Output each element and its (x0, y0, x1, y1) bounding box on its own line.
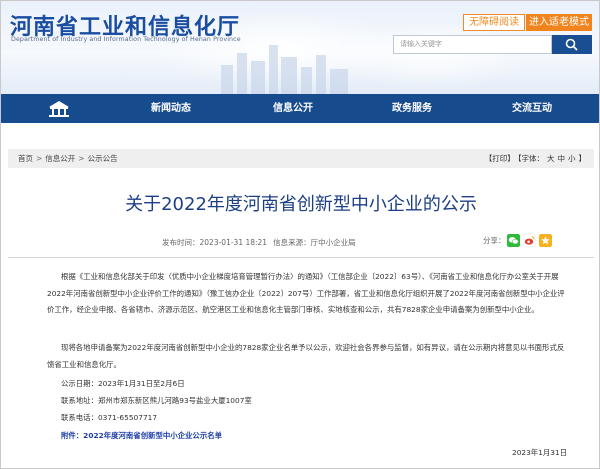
font-small-button[interactable]: 小 (568, 154, 576, 163)
breadcrumb-home[interactable]: 首页 (18, 154, 33, 163)
site-subtitle: Department of Industry and Information T… (11, 36, 241, 43)
main-nav: 新闻动态 信息公开 政务服务 交流互动 (1, 94, 599, 123)
nav-item-news[interactable]: 新闻动态 (151, 94, 191, 123)
font-size-close: 】 (578, 154, 587, 163)
home-icon[interactable] (48, 100, 70, 118)
breadcrumb-separator: > (36, 154, 43, 163)
star-icon[interactable] (539, 234, 552, 247)
article-meta: 发布时间：2023-01-31 18:21 信息来源：厅中小企业局 (162, 237, 362, 248)
info-source: 信息来源：厅中小企业局 (273, 238, 356, 247)
breadcrumb: 首页 > 信息公开 > 公示公告 (18, 149, 118, 168)
breadcrumb-announcement[interactable]: 公示公告 (88, 154, 118, 163)
publish-time: 发布时间：2023-01-31 18:21 (162, 238, 268, 247)
attachment-link[interactable]: 附件：2022年度河南省创新型中小企业公示名单 (61, 430, 222, 441)
wechat-icon[interactable] (507, 234, 520, 247)
breadcrumb-info-public[interactable]: 信息公开 (45, 154, 75, 163)
article-paragraph-1: 根据《工业和信息化部关于印发〈优质中小企业梯度培育管理暂行办法〉的通知》（工信部… (47, 272, 565, 314)
meta-divider (8, 257, 594, 258)
nav-item-gov-service[interactable]: 政务服务 (392, 94, 432, 123)
article-paragraph-2: 现将各地申请备案为2022年度河南省创新型中小企业的7828家企业名单予以公示，… (47, 343, 565, 369)
weibo-icon[interactable] (523, 234, 536, 247)
font-size-label: 【字体： (517, 154, 544, 163)
font-medium-button[interactable]: 中 (558, 154, 566, 163)
announcement-period: 公示日期：2023年1月31日至2月6日 (61, 379, 185, 388)
search-button[interactable] (552, 35, 592, 54)
article-title: 关于2022年度河南省创新型中小企业的公示 (125, 194, 477, 215)
article-date: 2023年1月31日 (512, 448, 568, 457)
nav-item-interaction[interactable]: 交流互动 (512, 94, 552, 123)
search-input[interactable]: 请输入关键字 (393, 35, 552, 54)
contact-address: 联系地址：郑州市郑东新区熊儿河路93号盐业大厦1007室 (61, 396, 252, 405)
nav-item-info-public[interactable]: 信息公开 (273, 94, 313, 123)
page-tools: 【打印】 【字体：大中小】 (482, 149, 586, 168)
accessibility-button[interactable]: 无障碍阅读 (463, 14, 525, 31)
breadcrumb-separator: > (78, 154, 85, 163)
skyline-decoration (221, 45, 348, 94)
breadcrumb-bar: 首页 > 信息公开 > 公示公告 【打印】 【字体：大中小】 (8, 149, 594, 168)
header-decoration (331, 21, 531, 91)
share-label: 分享： (483, 236, 506, 245)
print-button[interactable]: 【打印】 (485, 154, 515, 163)
elder-mode-button[interactable]: 进入适老模式 (526, 14, 592, 31)
page-frame: 河南省工业和信息化厅 Department of Industry and In… (0, 0, 600, 469)
font-large-button[interactable]: 大 (547, 154, 555, 163)
site-header: 河南省工业和信息化厅 Department of Industry and In… (1, 1, 599, 94)
search-icon (565, 38, 578, 51)
contact-phone: 联系电话：0371-65507717 (61, 413, 158, 422)
